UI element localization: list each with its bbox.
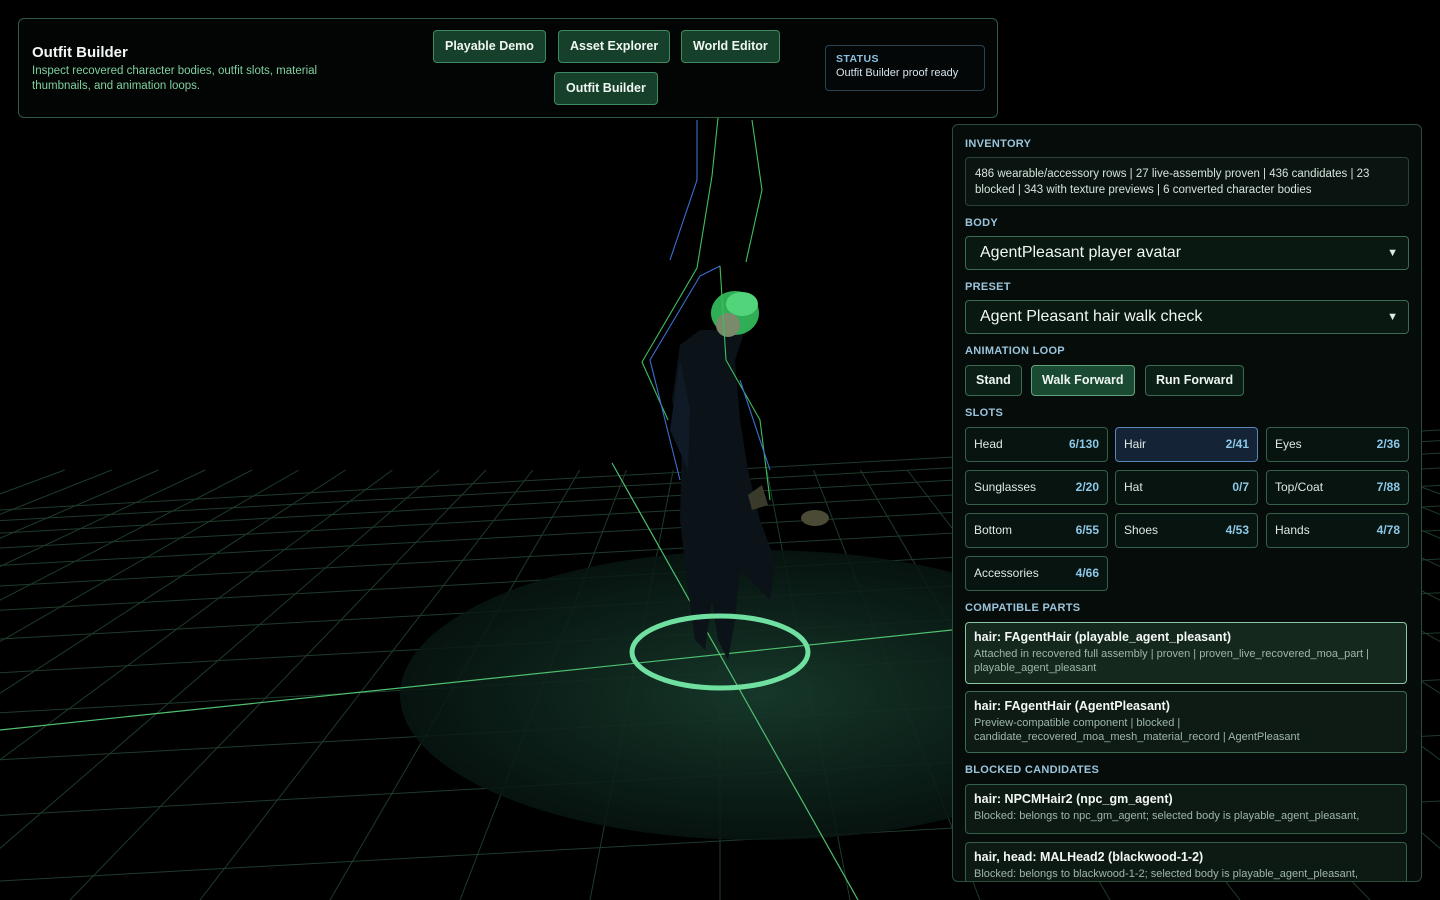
slot-shoes[interactable]: Shoes 4/53 [1115,513,1258,548]
part-title: hair: NPCMHair2 (npc_gm_agent) [974,792,1173,806]
slot-count: 2/41 [1225,437,1249,451]
slot-count: 4/53 [1225,523,1249,537]
compatible-parts-label: COMPATIBLE PARTS [965,602,1081,614]
body-select-value: AgentPleasant player avatar [980,244,1182,261]
anim-walk-forward-button[interactable]: Walk Forward [1031,365,1135,396]
status-text: Outfit Builder proof ready [836,67,959,79]
nav-world-editor-button[interactable]: World Editor [681,30,780,63]
nav-playable-demo-button[interactable]: Playable Demo [433,30,546,63]
inventory-summary: 486 wearable/accessory rows | 27 live-as… [965,157,1409,206]
blocked-candidates-label: BLOCKED CANDIDATES [965,764,1100,776]
slot-head[interactable]: Head 6/130 [965,427,1108,462]
slot-name: Head [974,437,1003,451]
outfit-sidebar: INVENTORY 486 wearable/accessory rows | … [952,124,1422,882]
part-title: hair: FAgentHair (AgentPleasant) [974,699,1170,713]
slot-count: 6/130 [1068,437,1099,451]
status-box: STATUS Outfit Builder proof ready [825,45,985,91]
slot-name: Hair [1124,437,1147,451]
blocked-candidate-item[interactable]: hair: NPCMHair2 (npc_gm_agent) Blocked: … [965,784,1407,834]
slot-count: 2/20 [1075,480,1099,494]
part-title: hair: FAgentHair (playable_agent_pleasan… [974,630,1232,644]
top-toolbar: Outfit Builder Inspect recovered charact… [18,18,998,118]
anim-stand-button[interactable]: Stand [965,365,1022,396]
preset-select[interactable]: Agent Pleasant hair walk check ▼ [965,300,1409,334]
slot-name: Sunglasses [974,480,1037,494]
slot-count: 0/7 [1232,480,1249,494]
slot-eyes[interactable]: Eyes 2/36 [1266,427,1409,462]
preset-label: PRESET [965,281,1011,293]
slot-bottom[interactable]: Bottom 6/55 [965,513,1108,548]
inventory-label: INVENTORY [965,138,1032,150]
slot-count: 4/78 [1376,523,1400,537]
chevron-down-icon: ▼ [1387,247,1398,259]
preset-select-value: Agent Pleasant hair walk check [980,308,1203,325]
part-description: Blocked: belongs to npc_gm_agent; select… [974,810,1360,822]
slot-sunglasses[interactable]: Sunglasses 2/20 [965,470,1108,505]
slot-count: 4/66 [1075,566,1099,580]
compatible-part-item[interactable]: hair: FAgentHair (AgentPleasant) Preview… [965,691,1407,753]
slot-name: Hat [1124,480,1143,494]
animation-loop-label: ANIMATION LOOP [965,345,1065,357]
slot-accessories[interactable]: Accessories 4/66 [965,556,1108,591]
slot-name: Hands [1275,523,1310,537]
slots-label: SLOTS [965,407,1004,419]
part-description: Blocked: belongs to blackwood-1-2; selec… [974,868,1359,880]
slot-count: 6/55 [1075,523,1099,537]
page-description: Inspect recovered character bodies, outf… [32,65,318,92]
slot-hands[interactable]: Hands 4/78 [1266,513,1409,548]
slot-name: Bottom [974,523,1013,537]
slot-hat[interactable]: Hat 0/7 [1115,470,1258,505]
slot-count: 7/88 [1376,480,1400,494]
blocked-candidate-item[interactable]: hair, head: MALHead2 (blackwood-1-2) Blo… [965,842,1407,881]
compatible-part-item[interactable]: hair: FAgentHair (playable_agent_pleasan… [965,622,1407,684]
anim-run-forward-button[interactable]: Run Forward [1145,365,1245,396]
body-select[interactable]: AgentPleasant player avatar ▼ [965,236,1409,270]
nav-outfit-builder-button[interactable]: Outfit Builder [554,72,658,105]
slot-count: 2/36 [1376,437,1400,451]
part-description: Attached in recovered full assembly | pr… [974,648,1370,674]
chevron-down-icon: ▼ [1387,311,1398,323]
part-description: Preview-compatible component | blocked |… [974,717,1300,743]
slot-hair[interactable]: Hair 2/41 [1115,427,1258,462]
slot-name: Shoes [1124,523,1159,537]
status-label: STATUS [836,53,879,65]
slot-top-coat[interactable]: Top/Coat 7/88 [1266,470,1409,505]
slot-name: Top/Coat [1275,480,1324,494]
nav-asset-explorer-button[interactable]: Asset Explorer [558,30,671,63]
page-title: Outfit Builder [32,44,128,61]
slot-name: Accessories [974,566,1039,580]
slot-name: Eyes [1275,437,1302,451]
body-label: BODY [965,217,998,229]
part-title: hair, head: MALHead2 (blackwood-1-2) [974,850,1204,864]
